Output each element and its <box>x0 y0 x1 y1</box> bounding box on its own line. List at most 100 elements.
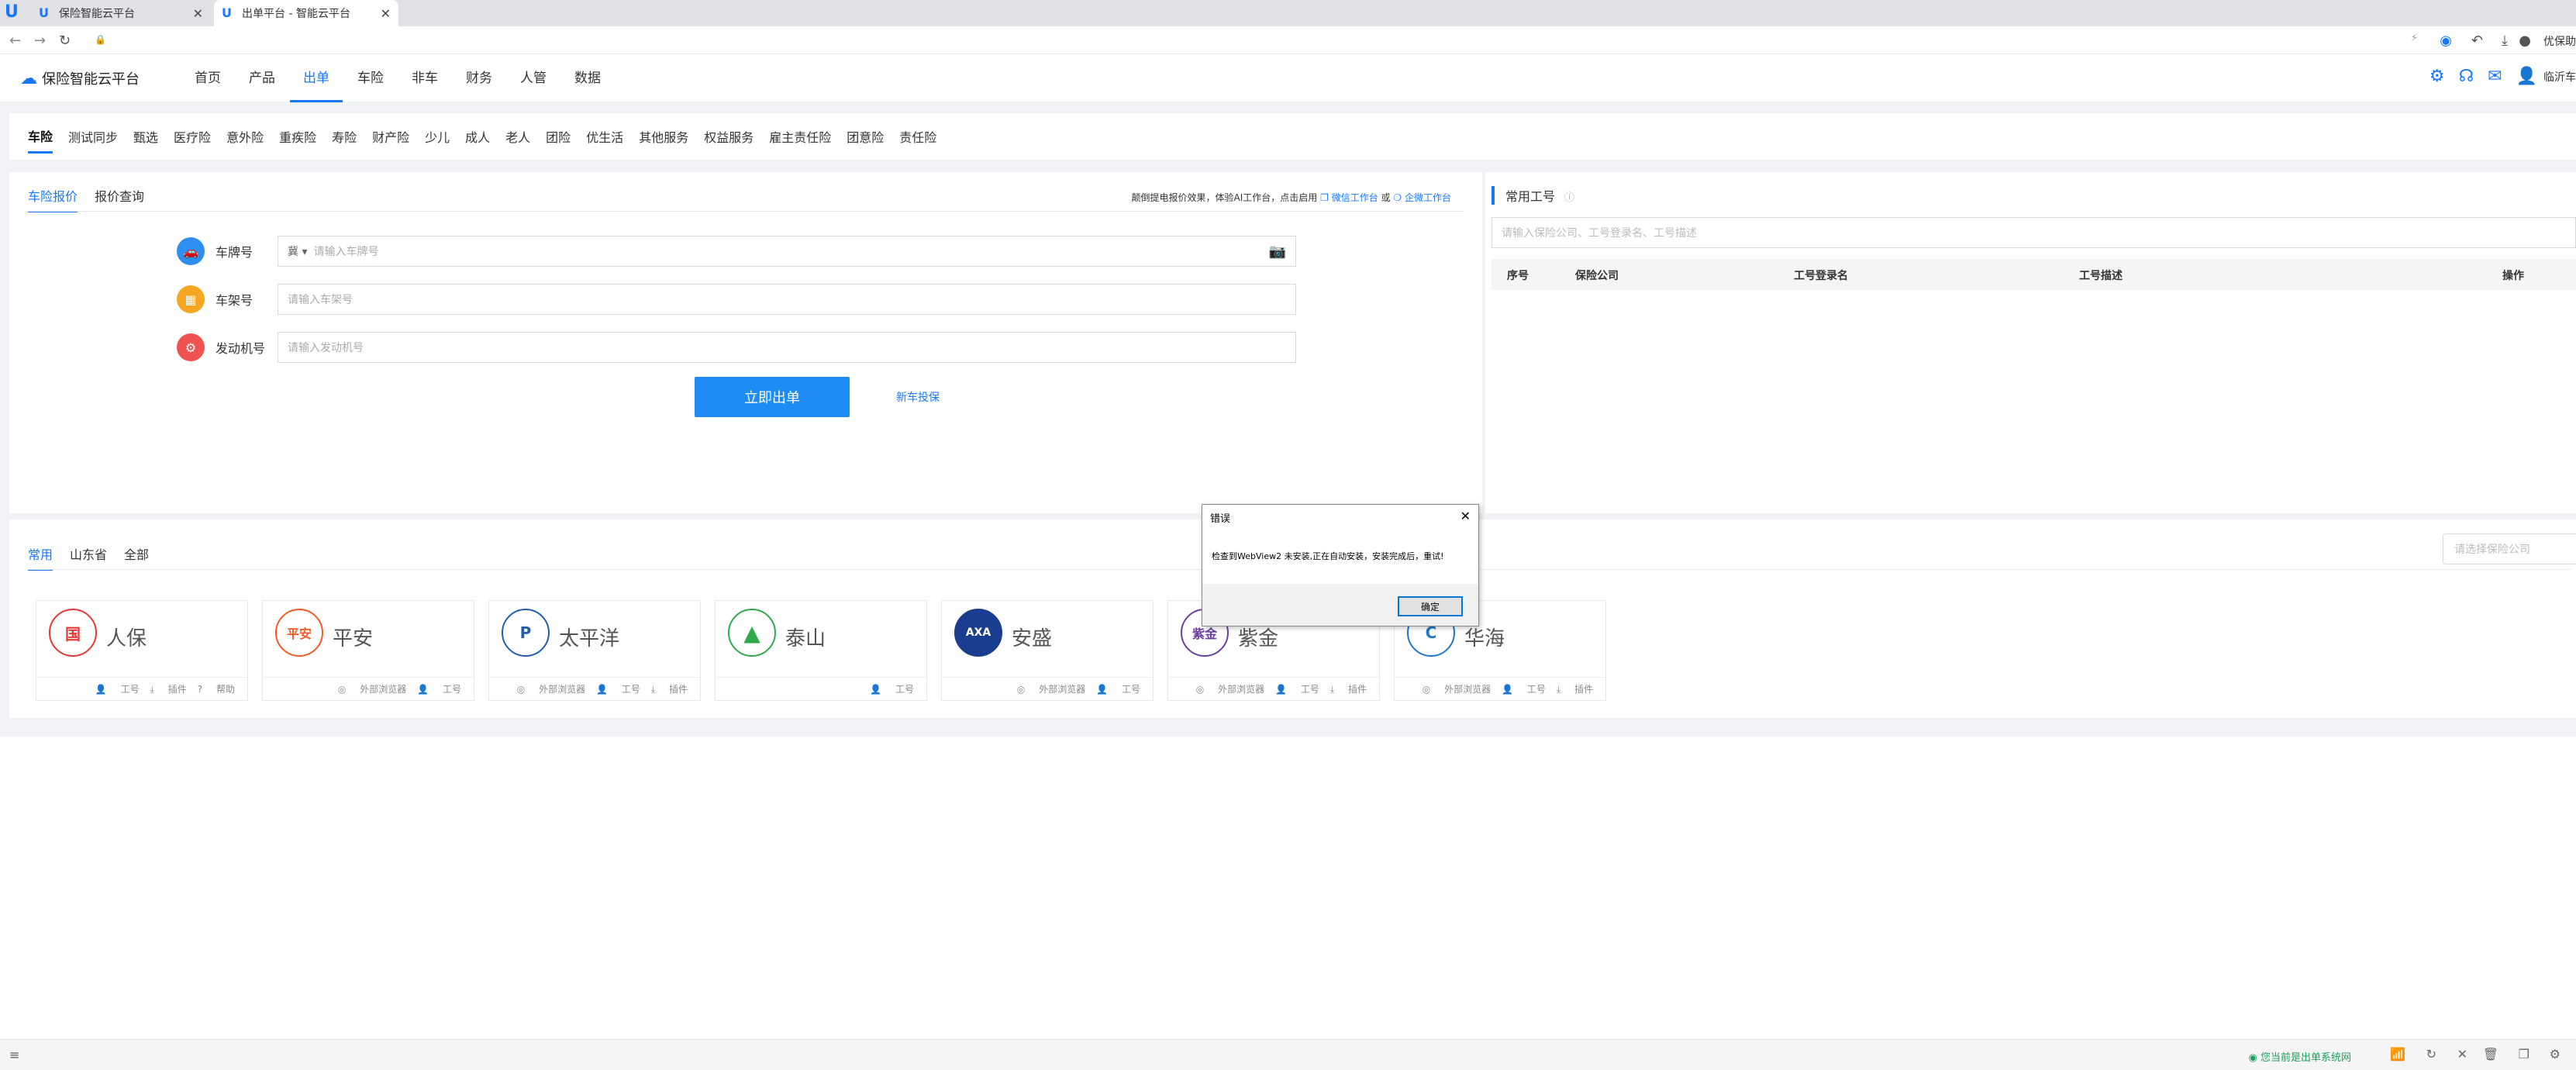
tab-all[interactable]: 全部 <box>124 544 149 571</box>
reload-icon[interactable]: ↻ <box>59 33 71 49</box>
user-name[interactable]: 临沂车 <box>2543 69 2576 85</box>
subnav-item[interactable]: 团险 <box>546 121 571 152</box>
subnav-item[interactable]: 雇主责任险 <box>769 121 831 152</box>
subnav-item[interactable]: 权益服务 <box>704 121 753 152</box>
user-icon[interactable]: 👤 <box>2516 67 2537 86</box>
close-tab-icon[interactable]: ✕ <box>193 6 203 21</box>
engine-number-input[interactable]: 请输入发动机号 <box>278 332 1296 363</box>
account-search-input[interactable]: 请输入保险公司、工号登录名、工号描述 <box>1491 217 2576 248</box>
nav-item-non-auto[interactable]: 非车 <box>398 54 451 102</box>
brand[interactable]: ☁ 保险智能云平台 <box>20 68 140 88</box>
extension-label[interactable]: 优保助 <box>2543 33 2576 49</box>
subnav-item[interactable]: 测试同步 <box>68 121 118 152</box>
account-action[interactable]: 👤 工号 <box>95 682 140 696</box>
wecom-workbench-icon[interactable]: ❍ <box>1393 192 1402 203</box>
help-action[interactable]: ? 帮助 <box>198 682 235 696</box>
tab-quote-query[interactable]: 报价查询 <box>95 186 144 212</box>
camera-icon[interactable]: 📷 <box>1269 243 1286 260</box>
gear-icon[interactable]: ⚙ <box>2550 1047 2560 1061</box>
nav-item-home[interactable]: 首页 <box>181 54 234 102</box>
plugin-action[interactable]: ⤓ 插件 <box>1330 682 1367 696</box>
insurer-name: 泰山 <box>785 627 826 651</box>
subnav-item[interactable]: 责任险 <box>899 121 936 152</box>
external-browser-action[interactable]: ◎ 外部浏览器 <box>1196 682 1264 696</box>
subnav-item[interactable]: 甄选 <box>133 121 158 152</box>
browser-tab[interactable]: U 保险智能云平台 ✕ <box>31 0 211 26</box>
tab-common[interactable]: 常用 <box>28 544 53 571</box>
new-car-link[interactable]: 新车投保 <box>896 389 940 405</box>
nav-item-staff[interactable]: 人管 <box>507 54 560 102</box>
settings-icon[interactable]: ⚙ <box>2429 67 2445 86</box>
issue-now-button[interactable]: 立即出单 <box>695 377 850 417</box>
plate-number-input[interactable]: 冀 ▾ 请输入车牌号 📷 <box>278 236 1296 267</box>
subnav-item[interactable]: 优生活 <box>586 121 623 152</box>
flash-icon[interactable]: ⚡ <box>2411 33 2418 44</box>
subnav-item[interactable]: 车险 <box>28 120 53 154</box>
tab-auto-quote[interactable]: 车险报价 <box>28 186 78 212</box>
notification-icon[interactable]: ✉ <box>2488 67 2502 86</box>
wechat-workbench-link[interactable]: 微信工作台 <box>1332 192 1378 203</box>
external-browser-action[interactable]: ◎ 外部浏览器 <box>517 682 585 696</box>
insurer-card[interactable]: P 太平洋 ◎ 外部浏览器 👤 工号 ⤓ 插件 <box>488 600 701 701</box>
subnav-item[interactable]: 财产险 <box>372 121 409 152</box>
subnav-item[interactable]: 老人 <box>505 121 530 152</box>
dialog-message: 检查到WebView2 未安装,正在自动安装，安装完成后，重试! <box>1202 528 1478 584</box>
subnav-item[interactable]: 意外险 <box>226 121 264 152</box>
nav-item-products[interactable]: 产品 <box>236 54 288 102</box>
vin-icon: ▦ <box>177 285 205 313</box>
nav-item-issue[interactable]: 出单 <box>290 54 343 102</box>
subnav-item[interactable]: 其他服务 <box>639 121 688 152</box>
vin-input[interactable]: 请输入车架号 <box>278 284 1296 315</box>
wecom-workbench-link[interactable]: 企微工作台 <box>1405 192 1451 203</box>
external-browser-action[interactable]: ◎ 外部浏览器 <box>338 682 406 696</box>
insurer-card[interactable]: AXA 安盛 ◎ 外部浏览器 👤 工号 <box>941 600 1154 701</box>
undo-icon[interactable]: ↶ <box>2471 33 2483 49</box>
external-browser-action[interactable]: ◎ 外部浏览器 <box>1017 682 1085 696</box>
subnav-item[interactable]: 成人 <box>465 121 490 152</box>
subnav-item[interactable]: 少儿 <box>425 121 450 152</box>
support-icon[interactable]: ☊ <box>2459 67 2474 86</box>
back-icon[interactable]: ← <box>9 33 21 49</box>
insurer-select[interactable]: 请选择保险公司 <box>2443 533 2576 564</box>
address-bar: ← → ↻ 🔒 ⚡ ◉ ↶ ⤓ ● 优保助 <box>0 26 2576 54</box>
refresh-icon[interactable]: ↻ <box>2426 1047 2436 1061</box>
url-input[interactable] <box>109 31 2403 50</box>
account-action[interactable]: 👤 工号 <box>1502 682 1546 696</box>
insurer-card[interactable]: ▲ 泰山 👤 工号 <box>715 600 927 701</box>
insurer-card[interactable]: 平安 平安 ◎ 外部浏览器 👤 工号 <box>262 600 474 701</box>
account-action[interactable]: 👤 工号 <box>596 682 640 696</box>
browser-tab-active[interactable]: U 出单平台 - 智能云平台 ✕ <box>214 0 398 26</box>
account-action[interactable]: 👤 工号 <box>870 682 914 696</box>
nav-item-finance[interactable]: 财务 <box>453 54 505 102</box>
forward-icon[interactable]: → <box>34 33 46 49</box>
ok-button[interactable]: 确定 <box>1398 596 1463 616</box>
menu-icon[interactable]: ≡ <box>9 1048 19 1062</box>
subnav-item[interactable]: 重疾险 <box>279 121 316 152</box>
account-action[interactable]: 👤 工号 <box>1275 682 1319 696</box>
wechat-workbench-icon[interactable]: ❐ <box>1320 192 1329 203</box>
nav-item-data[interactable]: 数据 <box>561 54 614 102</box>
browser-extension-icon[interactable]: ◉ <box>2440 33 2452 49</box>
download-icon[interactable]: ⤓ <box>2502 33 2508 49</box>
account-action[interactable]: 👤 工号 <box>417 682 461 696</box>
trash-icon[interactable]: 🗑 <box>2483 1047 2498 1061</box>
plugin-action[interactable]: ⤓ 插件 <box>1557 682 1593 696</box>
subnav-item[interactable]: 团意险 <box>847 121 884 152</box>
close-tab-icon[interactable]: ✕ <box>381 6 391 21</box>
province-select[interactable]: 冀 ▾ <box>288 243 307 259</box>
plugin-action[interactable]: ⤓ 插件 <box>150 682 187 696</box>
subnav-item[interactable]: 医疗险 <box>174 121 211 152</box>
close-icon[interactable]: ✕ <box>1460 509 1471 523</box>
account-icon[interactable]: ● <box>2519 33 2531 49</box>
info-icon[interactable]: ⓘ <box>1564 192 1574 204</box>
copy-icon[interactable]: ❐ <box>2519 1047 2529 1061</box>
plugin-action[interactable]: ⤓ 插件 <box>651 682 688 696</box>
close-icon[interactable]: ✕ <box>2457 1047 2467 1061</box>
insurer-card[interactable]: 国 人保 👤 工号 ⤓ 插件 ? 帮助 <box>36 600 248 701</box>
account-action[interactable]: 👤 工号 <box>1096 682 1140 696</box>
tab-province[interactable]: 山东省 <box>70 544 107 571</box>
subnav-item[interactable]: 寿险 <box>332 121 357 152</box>
external-browser-action[interactable]: ◎ 外部浏览器 <box>1422 682 1491 696</box>
tab-title: 保险智能云平台 <box>59 8 135 20</box>
nav-item-auto[interactable]: 车险 <box>344 54 397 102</box>
